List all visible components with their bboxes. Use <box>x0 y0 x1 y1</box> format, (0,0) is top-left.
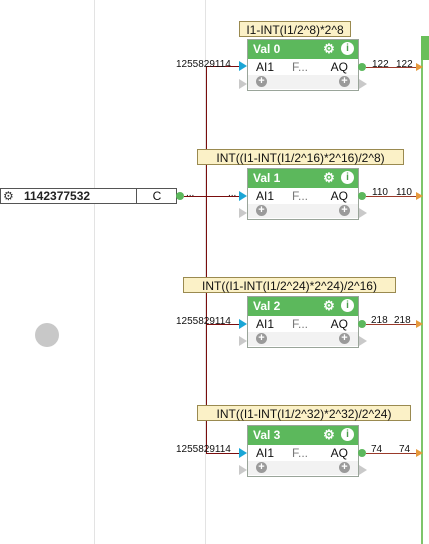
plus-icon[interactable]: + <box>256 333 267 344</box>
plus-icon[interactable]: + <box>256 462 267 473</box>
input-label: AI1 <box>256 60 275 74</box>
input-label: AI1 <box>256 317 275 331</box>
output-rail-header <box>421 36 429 60</box>
output-rail <box>421 38 429 544</box>
input-label: AI1 <box>256 446 275 460</box>
gear-icon[interactable]: ⚙ <box>3 190 16 203</box>
input-port[interactable] <box>239 191 247 201</box>
canvas: ⚙ 1142377532 C ... I1-INT(I1/2^8)*2^8 12… <box>0 0 429 544</box>
output-port-empty[interactable] <box>359 465 367 475</box>
output-arrow[interactable] <box>416 192 423 200</box>
output-value: 74 <box>371 444 383 455</box>
plus-icon[interactable]: + <box>256 205 267 216</box>
output-value: 110 <box>372 187 388 198</box>
constant-block[interactable]: ⚙ 1142377532 C <box>0 188 177 204</box>
plus-icon[interactable]: + <box>339 462 350 473</box>
output-label: AQ <box>330 189 348 203</box>
input-label: AI1 <box>256 189 275 203</box>
formula-label[interactable]: INT((I1-INT(I1/2^24)*2^24)/2^16) <box>183 277 396 293</box>
output-port[interactable] <box>358 320 366 328</box>
function-label: F... <box>292 189 309 203</box>
output-value: 122 <box>372 59 389 70</box>
output-label: AQ <box>330 317 348 331</box>
gear-icon[interactable]: ⚙ <box>322 42 336 56</box>
plus-icon[interactable]: + <box>339 333 350 344</box>
input-port-empty[interactable] <box>239 208 247 218</box>
plus-icon[interactable]: + <box>256 76 267 87</box>
formula-block[interactable]: Val 1 ⚙ i AI1 F... AQ + + <box>247 168 359 220</box>
input-value: 1255829114 <box>176 444 231 455</box>
input-port-empty[interactable] <box>239 336 247 346</box>
output-label: AQ <box>330 60 348 74</box>
input-port-empty[interactable] <box>239 465 247 475</box>
gear-icon[interactable]: ⚙ <box>322 428 336 442</box>
output-value: 110 <box>396 187 412 198</box>
input-value: 1255829114 <box>176 316 231 327</box>
formula-block[interactable]: Val 2 ⚙ i AI1 F... AQ + + <box>247 296 359 348</box>
plus-icon[interactable]: + <box>339 205 350 216</box>
input-port[interactable] <box>239 448 247 458</box>
block-title: Val 1 <box>253 171 281 185</box>
output-label: AQ <box>330 446 348 460</box>
output-arrow[interactable] <box>416 63 423 71</box>
constant-value: 1142377532 <box>24 189 91 203</box>
output-port-empty[interactable] <box>359 208 367 218</box>
function-label: F... <box>292 317 309 331</box>
plus-icon[interactable]: + <box>339 76 350 87</box>
input-port[interactable] <box>239 61 247 71</box>
output-arrow[interactable] <box>416 449 423 457</box>
info-icon[interactable]: i <box>341 171 354 184</box>
output-port[interactable] <box>358 63 366 71</box>
input-port[interactable] <box>239 319 247 329</box>
output-port-empty[interactable] <box>359 336 367 346</box>
grey-circle-marker[interactable] <box>35 323 59 347</box>
output-port-empty[interactable] <box>359 79 367 89</box>
block-title: Val 2 <box>253 299 281 313</box>
formula-block[interactable]: Val 0 ⚙ i AI1 F... AQ + + <box>247 39 359 91</box>
output-value: 218 <box>371 315 388 326</box>
input-port-empty[interactable] <box>239 79 247 89</box>
gear-icon[interactable]: ⚙ <box>322 299 336 313</box>
gear-icon[interactable]: ⚙ <box>322 171 336 185</box>
output-value: 218 <box>394 315 411 326</box>
output-value: 74 <box>399 444 411 455</box>
formula-label[interactable]: I1-INT(I1/2^8)*2^8 <box>239 21 351 37</box>
constant-output-label: ... <box>186 188 195 199</box>
formula-block[interactable]: Val 3 ⚙ i AI1 F... AQ + + <box>247 425 359 477</box>
output-port[interactable] <box>358 192 366 200</box>
block-title: Val 3 <box>253 428 281 442</box>
formula-label[interactable]: INT((I1-INT(I1/2^32)*2^32)/2^24) <box>197 405 411 421</box>
block-title: Val 0 <box>253 42 281 56</box>
input-value: ... <box>228 188 237 199</box>
function-label: F... <box>292 446 309 460</box>
info-icon[interactable]: i <box>341 428 354 441</box>
grid-line <box>94 0 95 544</box>
info-icon[interactable]: i <box>341 299 354 312</box>
output-port[interactable] <box>358 449 366 457</box>
info-icon[interactable]: i <box>341 42 354 55</box>
constant-output-port[interactable] <box>176 192 184 200</box>
input-value: 1255829114 <box>176 59 231 70</box>
formula-label[interactable]: INT((I1-INT(I1/2^16)*2^16)/2^8) <box>197 149 404 165</box>
constant-unit: C <box>136 189 177 203</box>
output-value: 122 <box>396 59 413 70</box>
output-arrow[interactable] <box>416 320 423 328</box>
function-label: F... <box>292 60 309 74</box>
bus-wire <box>206 66 207 454</box>
